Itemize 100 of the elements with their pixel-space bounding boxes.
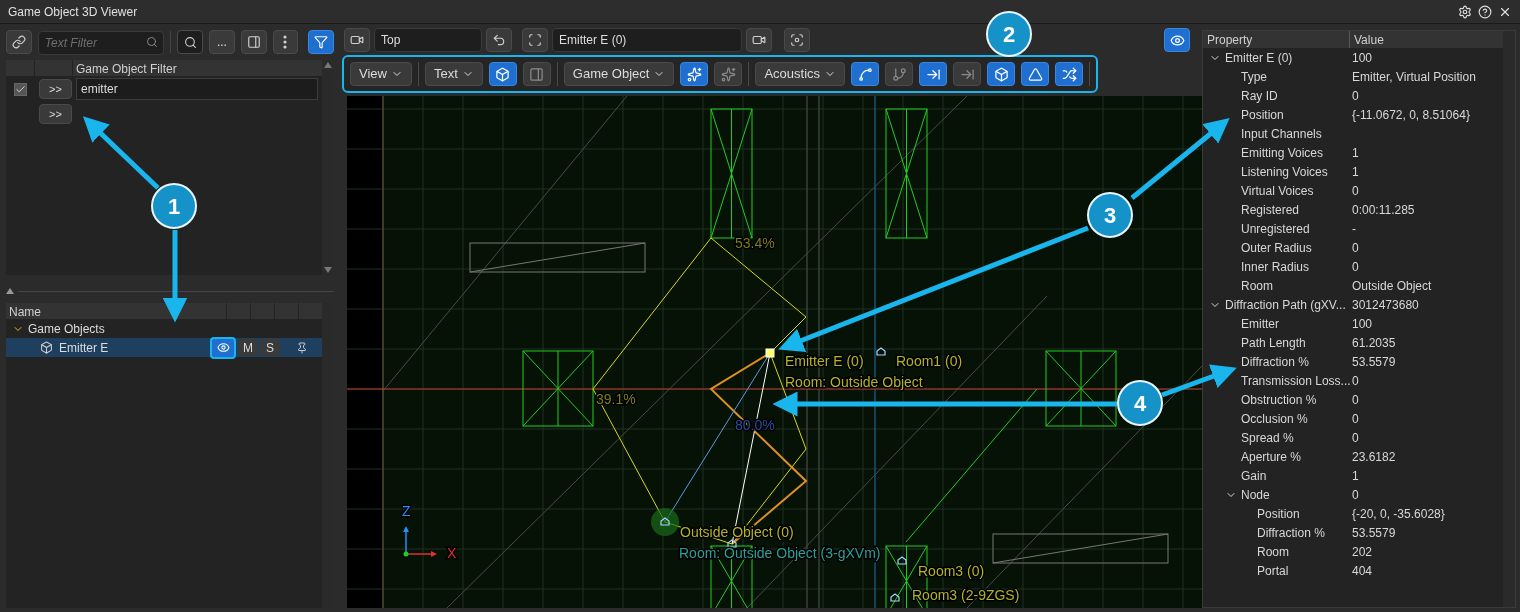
property-row[interactable]: Type Emitter, Virtual Position	[1203, 67, 1503, 86]
column-header: Value	[1353, 32, 1384, 48]
property-row[interactable]: Virtual Voices 0	[1203, 181, 1503, 200]
panel-icon	[529, 66, 545, 82]
toggle-button[interactable]	[714, 62, 743, 86]
help-icon[interactable]	[1478, 4, 1492, 19]
mute-button[interactable]: M	[238, 339, 258, 356]
more-button[interactable]: ...	[209, 30, 235, 54]
property-name: Diffraction %	[1241, 353, 1309, 371]
property-row[interactable]: Position {-20, 0, -35.6028}	[1203, 504, 1503, 523]
visibility-toggle[interactable]	[210, 336, 236, 359]
filter-input[interactable]: emitter	[76, 78, 318, 100]
property-row[interactable]: Gain 1	[1203, 466, 1503, 485]
apply-button[interactable]: >>	[39, 79, 72, 99]
column-header: Name	[8, 304, 42, 319]
emitter-marker	[765, 348, 775, 358]
toggle-button[interactable]	[680, 62, 709, 86]
text-filter-field[interactable]: Text Filter	[37, 31, 165, 55]
solo-button[interactable]: S	[260, 339, 280, 356]
window-title: Game Object 3D Viewer	[8, 3, 139, 21]
property-row[interactable]: Room 202	[1203, 542, 1503, 561]
toggle-button[interactable]	[953, 62, 982, 86]
property-row[interactable]: Aperture % 23.6182	[1203, 447, 1503, 466]
checkbox[interactable]	[14, 82, 27, 96]
property-row[interactable]: Occlusion % 0	[1203, 409, 1503, 428]
property-row[interactable]: Obstruction % 0	[1203, 390, 1503, 409]
tree-label: Emitter E	[59, 339, 109, 357]
toggle-button[interactable]	[987, 62, 1016, 86]
pin-icon[interactable]	[296, 341, 308, 354]
sparkle-icon	[686, 66, 702, 82]
filter-button[interactable]	[308, 30, 334, 54]
panel-icon	[246, 35, 261, 49]
toggle-button[interactable]	[851, 62, 880, 86]
property-value: 0	[1351, 486, 1359, 504]
toggle-button[interactable]	[885, 62, 914, 86]
property-value: Outside Object	[1351, 277, 1432, 295]
settings-icon[interactable]	[1458, 4, 1472, 19]
property-row[interactable]: Portal 404	[1203, 561, 1503, 580]
dropdown-button[interactable]: View	[350, 62, 412, 86]
property-row[interactable]: Diffraction % 53.5579	[1203, 523, 1503, 542]
camera-button[interactable]	[344, 28, 370, 52]
property-name: Obstruction %	[1241, 391, 1317, 409]
property-value: 202	[1351, 543, 1373, 561]
property-row[interactable]: Room Outside Object	[1203, 276, 1503, 295]
house-icon	[876, 347, 886, 356]
property-row[interactable]: Ray ID 0	[1203, 86, 1503, 105]
property-row[interactable]: Diffraction Path (gXV... 3012473680	[1203, 295, 1503, 314]
property-name: Outer Radius	[1241, 239, 1312, 257]
property-row[interactable]: Position {-11.0672, 0, 8.51064}	[1203, 105, 1503, 124]
property-row[interactable]: Input Channels	[1203, 124, 1503, 143]
toggle-button[interactable]	[488, 62, 517, 86]
property-value: 53.5579	[1351, 524, 1396, 542]
property-value: Emitter, Virtual Position	[1351, 68, 1476, 86]
listener-glow	[651, 508, 679, 536]
property-name: Aperture %	[1241, 448, 1302, 466]
dropdown-button[interactable]: Acoustics	[755, 62, 846, 86]
target-field[interactable]: Emitter E (0)	[552, 28, 742, 52]
property-name: Listening Voices	[1241, 163, 1328, 181]
column-header: Property	[1203, 31, 1350, 48]
toggle-button[interactable]	[522, 62, 551, 86]
property-row[interactable]: Transmission Loss...0	[1203, 371, 1503, 390]
camera-field[interactable]: Top	[374, 28, 482, 52]
property-row[interactable]: Emitter 100	[1203, 314, 1503, 333]
reset-button[interactable]	[486, 28, 512, 52]
tree-row[interactable]: Game Objects	[6, 319, 322, 338]
viewport-label: X	[447, 545, 457, 561]
dropdown-button[interactable]: Game Object	[563, 62, 675, 86]
property-row[interactable]: Outer Radius 0	[1203, 238, 1503, 257]
focus-button[interactable]	[784, 28, 810, 52]
script-button[interactable]	[240, 30, 267, 54]
branch-icon	[891, 66, 907, 82]
tree-row[interactable]: Emitter E M S	[6, 338, 322, 357]
eye-button[interactable]	[1164, 28, 1190, 52]
property-value: 1	[1351, 163, 1359, 181]
property-row[interactable]: Diffraction % 53.5579	[1203, 352, 1503, 371]
axis-gizmo	[403, 526, 437, 557]
toggle-button[interactable]	[1021, 62, 1050, 86]
property-value: 0	[1351, 182, 1359, 200]
toggle-button[interactable]	[919, 62, 948, 86]
property-row[interactable]: Unregistered -	[1203, 219, 1503, 238]
property-row[interactable]: Spread % 0	[1203, 428, 1503, 447]
property-name: Diffraction %	[1257, 524, 1325, 542]
property-value: 0	[1351, 391, 1359, 409]
house-icon	[660, 517, 670, 526]
property-row[interactable]: Path Length 61.2035	[1203, 333, 1503, 352]
property-row[interactable]: Emitter E (0) 100	[1203, 48, 1503, 67]
options-button[interactable]	[272, 30, 299, 54]
apply-button[interactable]: >>	[39, 104, 72, 124]
property-row[interactable]: Registered 0:00:11.285	[1203, 200, 1503, 219]
toggle-button[interactable]	[1055, 62, 1084, 86]
dropdown-button[interactable]: Text	[424, 62, 483, 86]
property-row[interactable]: Listening Voices 1	[1203, 162, 1503, 181]
camera-button[interactable]	[746, 28, 772, 52]
property-row[interactable]: Node 0	[1203, 485, 1503, 504]
property-name: Emitter E (0)	[1225, 49, 1293, 67]
search-button[interactable]	[177, 30, 204, 54]
property-row[interactable]: Emitting Voices 1	[1203, 143, 1503, 162]
frame-button[interactable]	[522, 28, 548, 52]
link-button[interactable]	[6, 30, 32, 54]
property-row[interactable]: Inner Radius 0	[1203, 257, 1503, 276]
